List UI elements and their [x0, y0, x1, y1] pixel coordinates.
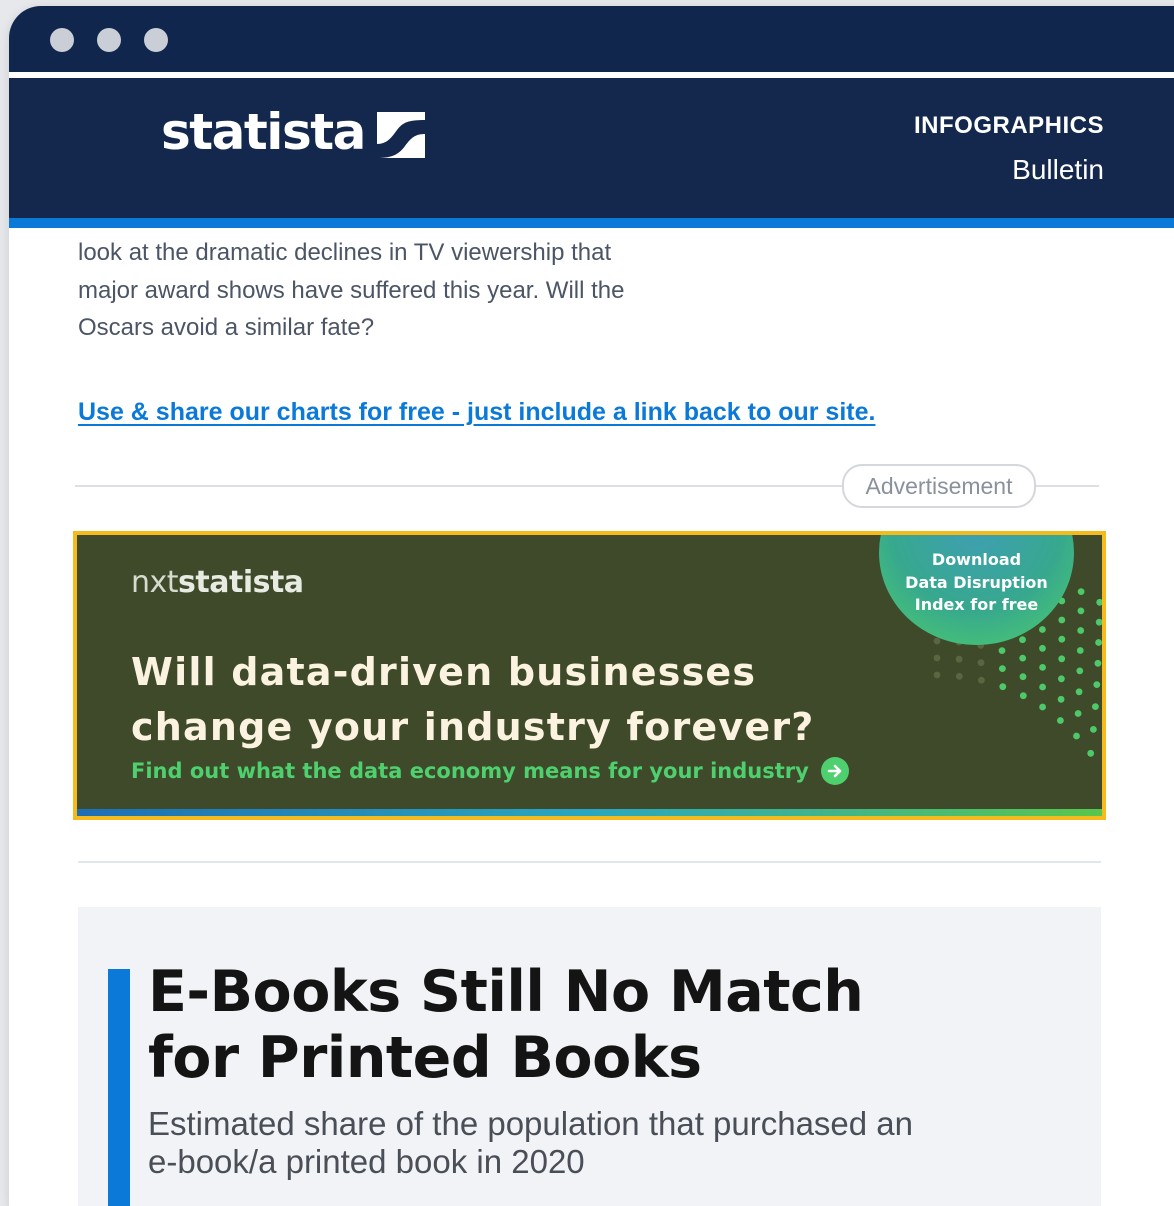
ad-headline-line: Will data-driven businesses: [131, 650, 757, 694]
pattern-dot: [1087, 749, 1095, 757]
pattern-dot: [1058, 616, 1066, 624]
pattern-dot: [1095, 618, 1102, 626]
infographic-subtitle: Estimated share of the population that p…: [148, 1105, 1008, 1181]
header-accent-bar: [9, 218, 1174, 228]
ad-gradient-strip: [77, 809, 1102, 816]
pattern-dot: [955, 672, 963, 680]
newsletter-header: statista INFOGRAPHICS Bulletin: [9, 78, 1174, 218]
pattern-dot: [1090, 726, 1097, 733]
ad-cta-text: Find out what the data economy means for…: [131, 759, 809, 783]
arrow-right-icon: [820, 757, 849, 785]
pattern-dot: [1077, 607, 1085, 615]
pattern-dot: [1058, 675, 1065, 683]
pattern-dot: [1039, 683, 1046, 691]
pattern-dot: [1058, 635, 1066, 643]
window-dot-maximize[interactable]: [144, 28, 168, 52]
pattern-dot: [1077, 627, 1085, 634]
pattern-dot: [1077, 588, 1085, 595]
pattern-dot: [1019, 692, 1027, 700]
statista-mark-icon: [376, 112, 425, 158]
pattern-dot: [1039, 664, 1046, 671]
pattern-dot: [1073, 732, 1080, 740]
advertisement-label: Advertisement: [842, 464, 1036, 508]
pattern-dot: [1039, 644, 1046, 652]
ad-headline: Will data-driven businesses change your …: [131, 645, 815, 755]
pattern-dot: [933, 637, 941, 645]
pattern-dot: [1095, 639, 1102, 646]
badge-line: Index for free: [914, 595, 1039, 614]
window-titlebar: [9, 6, 1174, 72]
statista-logo-part: statista: [178, 565, 304, 600]
pattern-dot: [1076, 667, 1084, 675]
ad-headline-line: change your industry forever?: [131, 705, 815, 749]
pattern-dot: [1019, 673, 1027, 681]
pattern-dot: [999, 683, 1007, 691]
article-intro: look at the dramatic declines in TV view…: [78, 234, 758, 347]
pattern-dot: [998, 647, 1006, 654]
pattern-dot: [1092, 703, 1099, 710]
title-line: E-Books Still No Match: [148, 959, 864, 1025]
intro-line: major award shows have suffered this yea…: [78, 276, 625, 304]
section-divider: [78, 861, 1101, 863]
email-window: statista INFOGRAPHICS Bulletin look at t…: [9, 6, 1174, 1206]
pattern-dot: [1039, 626, 1046, 633]
pattern-dot: [1096, 598, 1102, 606]
intro-line: look at the dramatic declines in TV view…: [78, 239, 612, 266]
pattern-dot: [1019, 636, 1026, 644]
pattern-dot: [1057, 717, 1064, 724]
infographic-title: E-Books Still No Match for Printed Books: [148, 959, 928, 1091]
subtitle-line: e-book/a printed book in 2020: [148, 1143, 585, 1180]
title-line: for Printed Books: [148, 1025, 702, 1091]
share-charts-link[interactable]: Use & share our charts for free - just i…: [78, 398, 875, 427]
window-dot-close[interactable]: [50, 28, 74, 52]
section-label: INFOGRAPHICS: [913, 112, 1104, 139]
card-accent-bar: [108, 969, 130, 1206]
pattern-dot: [955, 655, 963, 663]
pattern-dot: [1039, 703, 1046, 711]
pattern-dot: [1076, 647, 1084, 654]
logo-wordmark: statista: [161, 103, 366, 161]
pattern-dot: [999, 665, 1006, 672]
ad-cta-link[interactable]: Find out what the data economy means for…: [131, 757, 849, 785]
pattern-dot: [1094, 659, 1102, 667]
pattern-dot: [1058, 655, 1066, 663]
pattern-dot: [1057, 695, 1065, 703]
intro-line: Oscars avoid a similar fate?: [78, 314, 375, 341]
subtitle-line: Estimated share of the population that p…: [148, 1105, 914, 1142]
nxtstatista-logo: nxtstatista: [131, 565, 304, 600]
ad-banner[interactable]: nxtstatista Will data-driven businesses …: [73, 531, 1106, 820]
pattern-dot: [1019, 654, 1027, 662]
infographic-card: E-Books Still No Match for Printed Books…: [78, 907, 1101, 1206]
pattern-dot: [933, 671, 941, 679]
section-sub-label: Bulletin: [1012, 154, 1104, 185]
badge-text: Download Data Disruption Index for free: [879, 549, 1074, 617]
badge-line: Data Disruption: [905, 572, 1048, 592]
pattern-dot: [1075, 688, 1083, 696]
window-dot-minimize[interactable]: [97, 28, 121, 52]
pattern-dot: [1074, 710, 1082, 717]
pattern-dot: [978, 676, 985, 684]
pattern-dot: [1093, 681, 1101, 688]
statista-logo[interactable]: statista: [161, 106, 425, 158]
pattern-dot: [933, 654, 941, 662]
nxt-logo-part: nxt: [131, 565, 179, 600]
badge-line: Download: [931, 550, 1022, 569]
pattern-dot: [977, 659, 985, 667]
